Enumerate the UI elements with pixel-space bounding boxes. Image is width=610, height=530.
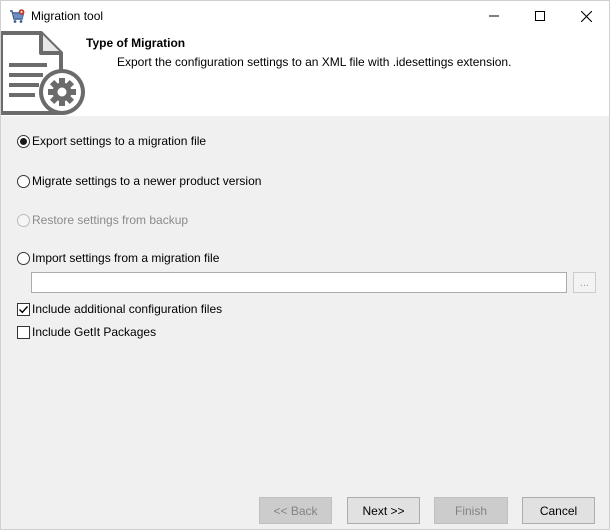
next-button[interactable]: Next >>: [347, 497, 420, 524]
import-radio[interactable]: [17, 251, 30, 265]
include-getit-label: Include GetIt Packages: [32, 325, 157, 339]
migration-tool-window: Migration tool Type of Migration Export …: [0, 0, 610, 530]
include-getit-option[interactable]: Include GetIt Packages: [17, 324, 156, 340]
restore-radio: [17, 213, 30, 227]
maximize-button[interactable]: [517, 1, 563, 31]
import-file-path-input[interactable]: [31, 272, 567, 293]
import-option[interactable]: Import settings from a migration file: [17, 250, 219, 266]
close-icon: [580, 10, 592, 22]
minimize-button[interactable]: [471, 1, 517, 31]
document-gear-icon: [0, 31, 87, 116]
export-radio[interactable]: [17, 134, 30, 148]
migrate-radio[interactable]: [17, 174, 30, 188]
include-config-option[interactable]: Include additional configuration files: [17, 301, 222, 317]
migrate-label: Migrate settings to a newer product vers…: [32, 174, 262, 188]
close-button[interactable]: [563, 1, 609, 31]
restore-option: Restore settings from backup: [17, 212, 188, 228]
export-label: Export settings to a migration file: [32, 134, 207, 148]
maximize-icon: [535, 11, 545, 21]
migrate-option[interactable]: Migrate settings to a newer product vers…: [17, 173, 261, 189]
cancel-button[interactable]: Cancel: [522, 497, 595, 524]
back-button[interactable]: << Back: [259, 497, 332, 524]
browse-button[interactable]: ...: [573, 272, 596, 293]
include-getit-checkbox[interactable]: [17, 325, 30, 339]
export-option[interactable]: Export settings to a migration file: [17, 133, 206, 149]
header-title: Type of Migration: [86, 36, 186, 50]
migration-tool-icon: [9, 8, 25, 24]
include-config-checkbox[interactable]: [17, 302, 30, 316]
window-title: Migration tool: [31, 9, 104, 23]
header-description: Export the configuration settings to an …: [117, 55, 512, 69]
finish-button[interactable]: Finish: [434, 497, 508, 524]
title-bar[interactable]: Migration tool: [1, 1, 609, 31]
restore-label: Restore settings from backup: [32, 213, 189, 227]
checkmark-icon: [19, 305, 29, 313]
import-label: Import settings from a migration file: [32, 251, 220, 265]
include-config-label: Include additional configuration files: [32, 302, 223, 316]
minimize-icon: [489, 15, 499, 17]
wizard-header: Type of Migration Export the configurati…: [0, 31, 609, 116]
